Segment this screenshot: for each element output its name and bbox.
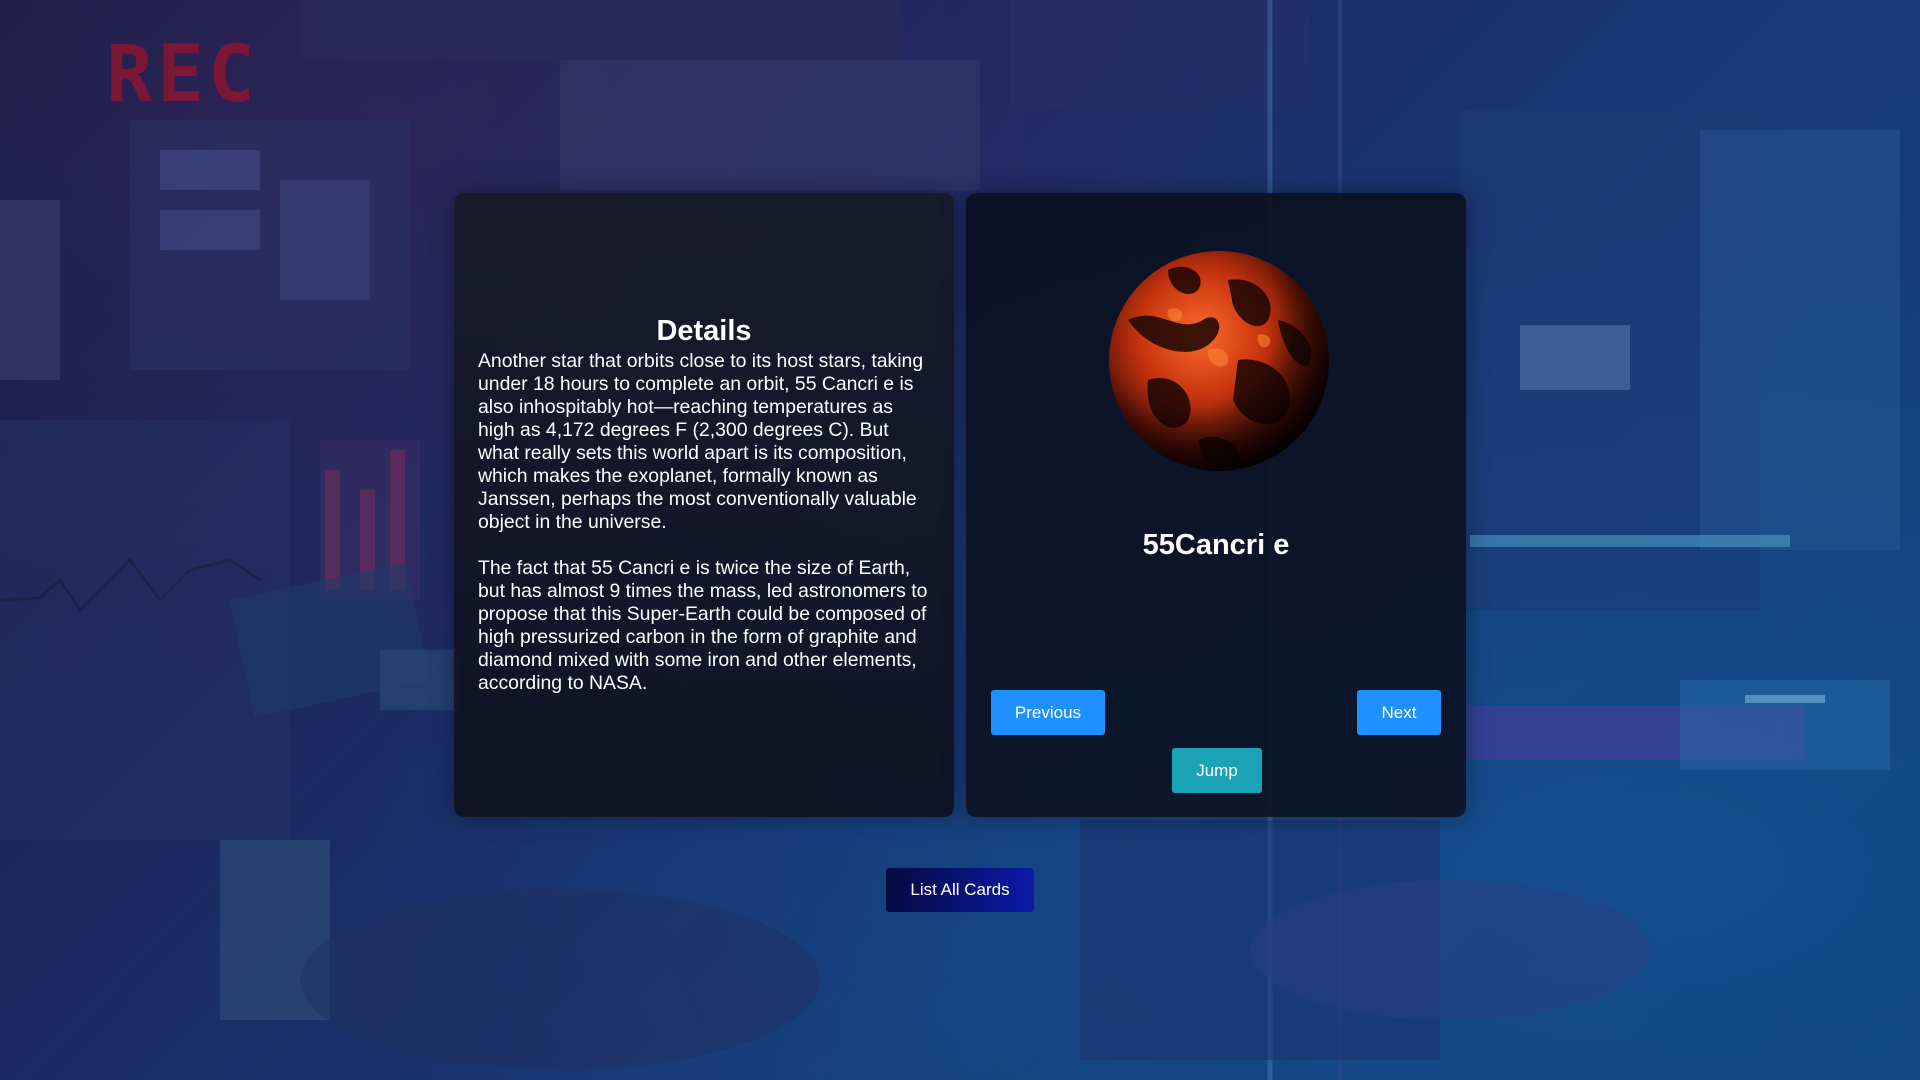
details-card: Details Another star that orbits close t… (454, 193, 954, 817)
planet-name: 55Cancri e (1142, 529, 1290, 561)
planet-card: 55Cancri e Previous Next Jump (966, 193, 1466, 817)
lava-planet-image (1109, 251, 1329, 471)
next-button[interactable]: Next (1357, 690, 1441, 735)
details-paragraph: The fact that 55 Cancri e is twice the s… (478, 557, 928, 694)
previous-button[interactable]: Previous (991, 690, 1105, 735)
details-body: Another star that orbits close to its ho… (478, 350, 932, 718)
background-pixel-art (0, 0, 1900, 1080)
background-scene: REC (0, 0, 1920, 1080)
jump-button[interactable]: Jump (1172, 748, 1262, 793)
list-all-cards-button[interactable]: List All Cards (886, 868, 1034, 912)
details-paragraph: Another star that orbits close to its ho… (478, 350, 924, 533)
rec-label: REC (106, 30, 259, 120)
details-title: Details (656, 315, 752, 347)
